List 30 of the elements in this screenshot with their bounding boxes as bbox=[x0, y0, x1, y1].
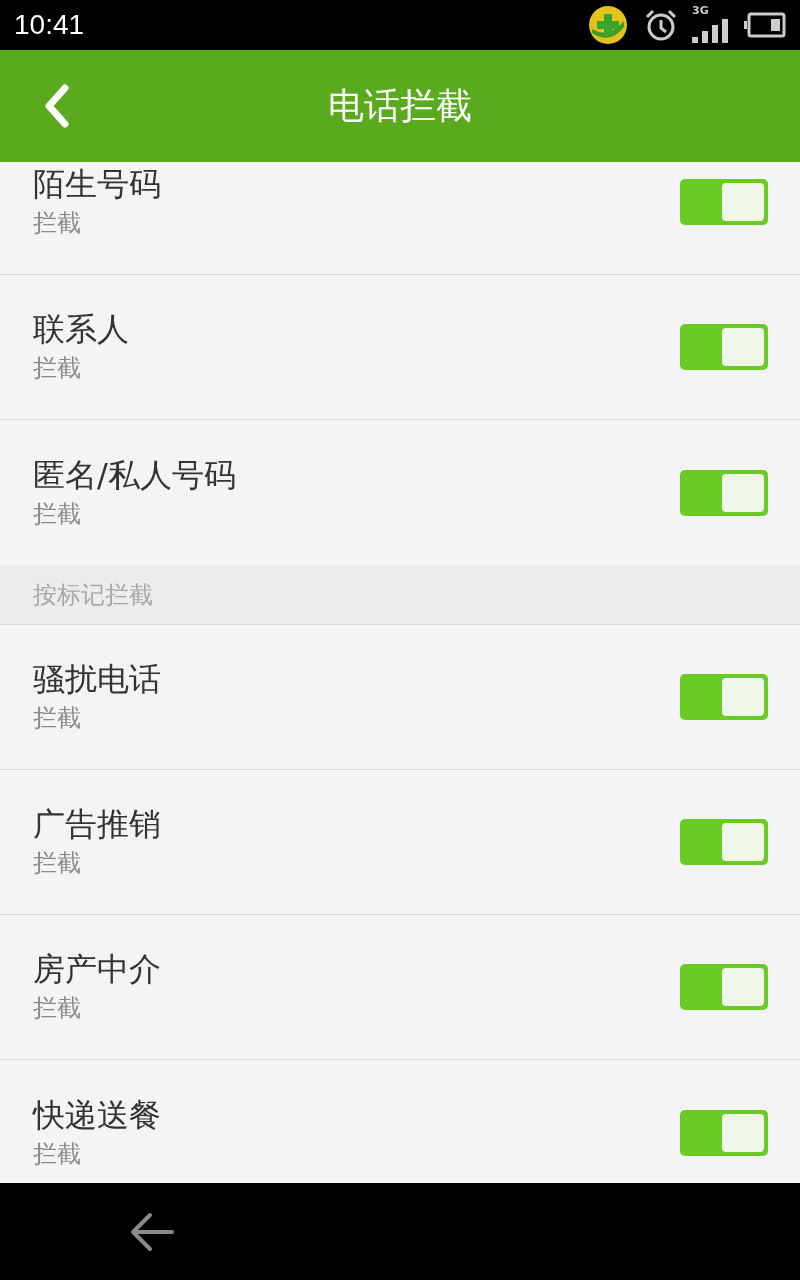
setting-subtitle: 拦截 bbox=[33, 498, 82, 530]
setting-title: 陌生号码 bbox=[33, 164, 162, 204]
alarm-icon bbox=[644, 8, 678, 42]
setting-subtitle: 拦截 bbox=[33, 208, 82, 239]
setting-title: 骚扰电话 bbox=[33, 659, 162, 699]
battery-icon bbox=[744, 12, 786, 38]
toggle-switch[interactable] bbox=[680, 1109, 768, 1156]
toggle-switch[interactable] bbox=[680, 179, 768, 225]
toggle-switch[interactable] bbox=[680, 964, 768, 1010]
toggle-switch[interactable] bbox=[680, 674, 768, 720]
setting-title: 匿名/私人号码 bbox=[33, 454, 237, 495]
setting-subtitle: 拦截 bbox=[33, 848, 82, 879]
setting-title: 联系人 bbox=[33, 309, 130, 349]
back-arrow-icon bbox=[130, 1211, 174, 1252]
toggle-switch[interactable] bbox=[680, 469, 768, 516]
toggle-switch[interactable] bbox=[680, 819, 768, 865]
setting-title: 广告推销 bbox=[33, 804, 162, 844]
setting-subtitle: 拦截 bbox=[33, 353, 82, 384]
setting-title: 快递送餐 bbox=[33, 1094, 162, 1135]
signal-icon bbox=[692, 19, 730, 43]
toggle-switch[interactable] bbox=[680, 324, 768, 370]
screen-title: 电话拦截 bbox=[328, 84, 472, 128]
setting-subtitle: 拦截 bbox=[33, 1138, 82, 1170]
section-heading: 按标记拦截 bbox=[33, 579, 153, 611]
setting-subtitle: 拦截 bbox=[33, 703, 82, 734]
setting-subtitle: 拦截 bbox=[33, 993, 82, 1024]
network-label: 3G bbox=[692, 5, 709, 16]
shield-plus-icon bbox=[588, 5, 628, 45]
setting-title: 房产中介 bbox=[33, 949, 162, 989]
status-time: 10:41 bbox=[14, 8, 85, 42]
